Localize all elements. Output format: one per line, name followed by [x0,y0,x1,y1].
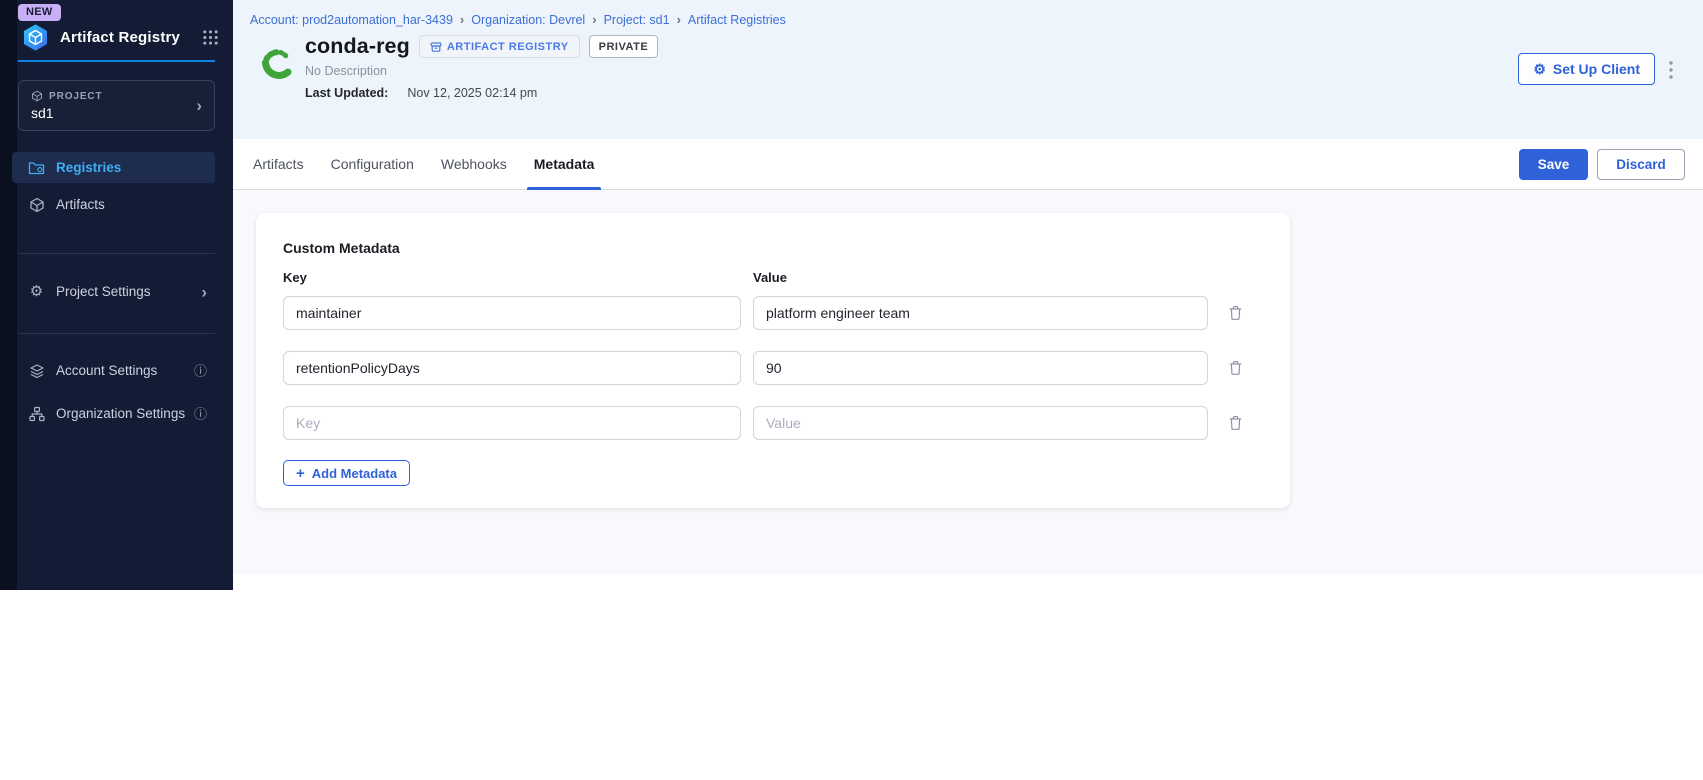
breadcrumb-project[interactable]: Project: sd1 [604,13,670,27]
metadata-row [283,406,1263,440]
registry-type-badge: ARTIFACT REGISTRY [418,35,580,58]
sidebar-divider [18,333,215,334]
main-area: Account: prod2automation_har-3439 › Orga… [233,0,1703,780]
page-header: Account: prod2automation_har-3439 › Orga… [233,0,1703,139]
project-name: sd1 [31,105,54,121]
delete-row-button-3[interactable] [1224,412,1246,434]
card-title: Custom Metadata [283,240,400,256]
registries-folder-icon [28,160,45,175]
page-title: conda-reg [305,34,410,58]
trash-icon [1229,416,1241,430]
delete-row-button-2[interactable] [1224,357,1246,379]
metadata-row [283,296,1263,330]
conda-registry-icon [256,45,297,86]
last-updated-value: Nov 12, 2025 02:14 pm [407,86,538,100]
app-root: NEW Artifact Registry PROJECT sd1 › Regi… [0,0,1703,780]
discard-button[interactable]: Discard [1597,148,1685,180]
sidebar-item-label: Organization Settings [56,406,186,421]
registry-lock-icon [430,41,442,52]
last-updated-row: Last Updated: Nov 12, 2025 02:14 pm [305,86,537,100]
project-selector[interactable]: PROJECT sd1 › [18,80,215,131]
sidebar-divider [18,253,215,254]
tab-actions: Save Discard [1519,148,1685,180]
module-grid-icon[interactable] [202,29,219,46]
sidebar-item-label: Registries [56,160,122,175]
cube-icon [28,197,45,213]
tab-configuration[interactable]: Configuration [331,139,414,189]
tab-bar: Artifacts Configuration Webhooks Metadat… [233,139,1703,190]
set-up-client-button[interactable]: ⚙ Set Up Client [1518,53,1655,85]
sidebar: NEW Artifact Registry PROJECT sd1 › Regi… [0,0,233,590]
visibility-badge: PRIVATE [588,35,659,58]
custom-metadata-card: Custom Metadata Key Value maintainer pla… [256,213,1290,508]
key-column-header: Key [283,270,307,285]
trash-icon [1229,306,1241,320]
new-badge: NEW [18,4,61,21]
sidebar-item-account-settings[interactable]: Account Settings ⓘ [12,355,215,386]
metadata-value-input-2[interactable] [753,351,1208,385]
sidebar-accent-divider [18,60,215,62]
artifact-registry-logo-icon [22,24,49,51]
gear-icon: ⚙ [1533,61,1546,77]
chevron-right-icon: › [196,96,202,115]
trash-icon [1229,361,1241,375]
sidebar-item-artifacts[interactable]: Artifacts [12,189,215,220]
last-updated-label: Last Updated: [305,86,389,100]
delete-row-button-1[interactable] [1224,302,1246,324]
project-label-row: PROJECT [31,90,103,102]
metadata-value-input-1[interactable] [753,296,1208,330]
breadcrumb-organization[interactable]: Organization: Devrel [471,13,585,27]
sidebar-item-registries[interactable]: Registries [12,152,215,183]
bottom-strip [233,764,1703,780]
sidebar-header: Artifact Registry [22,22,219,52]
chevron-right-icon: › [201,282,207,301]
add-metadata-label: Add Metadata [311,465,397,481]
registry-type-label: ARTIFACT REGISTRY [446,40,569,53]
chevron-right-icon: › [676,12,681,27]
sidebar-item-label: Project Settings [56,284,151,299]
breadcrumb: Account: prod2automation_har-3439 › Orga… [250,12,786,27]
sidebar-item-project-settings[interactable]: ⚙ Project Settings › [12,276,215,307]
info-icon[interactable]: ⓘ [194,407,207,420]
chevron-right-icon: › [592,12,597,27]
breadcrumb-artifact-registries[interactable]: Artifact Registries [688,13,786,27]
sidebar-item-organization-settings[interactable]: Organization Settings ⓘ [12,398,215,429]
metadata-key-input-1[interactable] [283,296,741,330]
app-title: Artifact Registry [60,28,181,46]
sidebar-item-label: Account Settings [56,363,158,378]
cube-icon [32,90,42,102]
metadata-row [283,351,1263,385]
metadata-key-input-3[interactable] [283,406,741,440]
tab-metadata[interactable]: Metadata [526,139,602,190]
chevron-right-icon: › [459,12,465,27]
tab-webhooks[interactable]: Webhooks [441,139,507,189]
save-button[interactable]: Save [1519,148,1588,180]
more-options-kebab-icon[interactable] [1664,58,1678,82]
tab-artifacts[interactable]: Artifacts [253,139,304,189]
content-area: Custom Metadata Key Value maintainer pla… [233,190,1703,780]
project-label: PROJECT [49,90,103,102]
registry-description: No Description [305,64,387,78]
sidebar-item-label: Artifacts [56,197,105,212]
gear-icon: ⚙ [29,283,44,300]
layers-icon [28,363,45,379]
org-chart-icon [28,406,45,422]
value-column-header: Value [753,270,787,285]
title-row: conda-reg ARTIFACT REGISTRY PRIVATE [305,34,659,59]
metadata-value-input-3[interactable] [753,406,1208,440]
breadcrumb-account[interactable]: Account: prod2automation_har-3439 [250,13,453,27]
metadata-key-input-2[interactable] [283,351,741,385]
set-up-client-label: Set Up Client [1552,61,1640,77]
add-metadata-button[interactable]: + Add Metadata [283,460,410,486]
info-icon[interactable]: ⓘ [194,364,207,377]
plus-icon: + [296,464,305,482]
